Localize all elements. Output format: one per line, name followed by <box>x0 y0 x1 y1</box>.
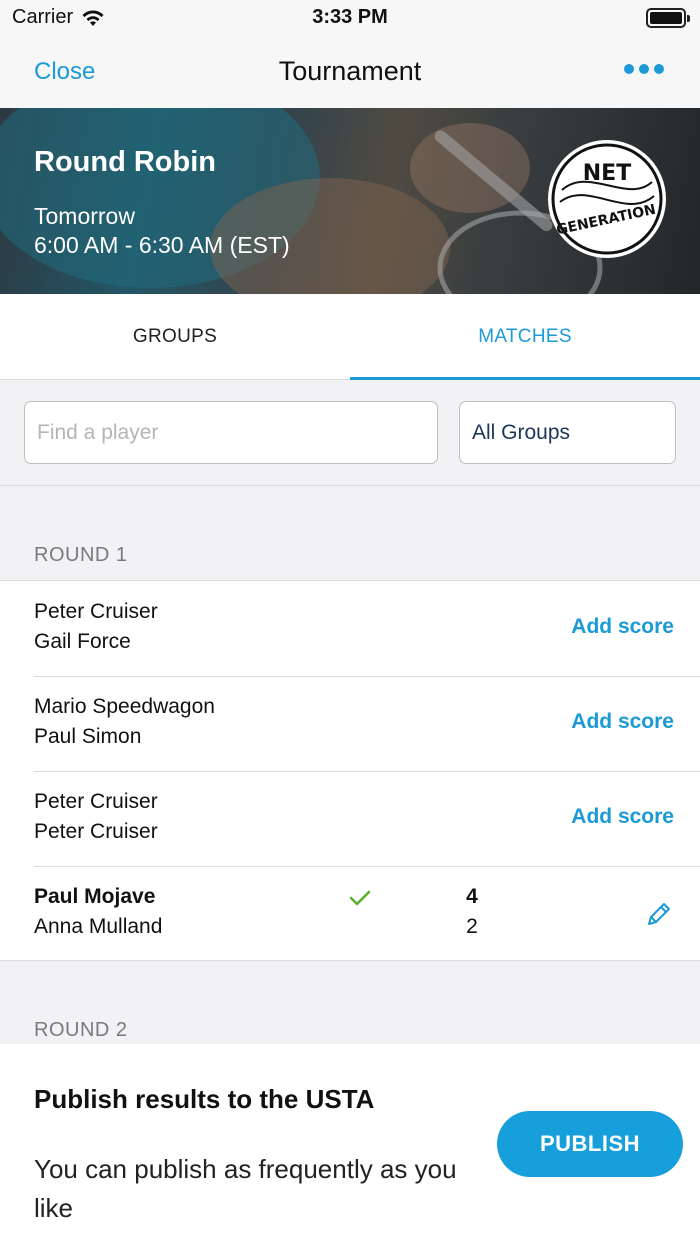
player-2: Paul Simon <box>34 725 142 748</box>
player-1-score: 4 <box>466 885 478 908</box>
more-options-icon[interactable] <box>624 64 664 74</box>
tab-bar: GROUPS MATCHES <box>0 294 700 380</box>
group-select[interactable]: All Groups <box>459 401 676 464</box>
event-time: 6:00 AM - 6:30 AM (EST) <box>34 232 290 258</box>
page-title: Tournament <box>278 56 422 86</box>
pencil-icon[interactable] <box>644 899 674 929</box>
match-row[interactable]: Paul Mojave Anna Mulland 4 2 <box>0 866 700 961</box>
publish-card: Publish results to the USTA You can publ… <box>0 1044 700 1244</box>
player-1: Peter Cruiser <box>34 600 158 623</box>
publish-description: You can publish as frequently as you lik… <box>34 1154 457 1223</box>
player-1-winner: Paul Mojave <box>34 885 156 908</box>
round-header: ROUND 2 <box>34 1019 128 1041</box>
status-time: 3:33 PM <box>312 6 388 28</box>
player-2: Anna Mulland <box>34 915 163 938</box>
player-1: Mario Speedwagon <box>34 695 215 718</box>
event-day: Tomorrow <box>34 203 135 229</box>
match-list: Peter Cruiser Gail Force Add score Mario… <box>0 580 700 961</box>
tab-matches[interactable]: MATCHES <box>350 294 700 380</box>
net-generation-logo: NET GENERATION <box>548 140 666 258</box>
player-2-score: 2 <box>466 915 478 938</box>
checkmark-icon <box>349 890 371 906</box>
event-title: Round Robin <box>34 146 217 178</box>
publish-button[interactable]: PUBLISH <box>497 1111 683 1177</box>
round-header: ROUND 1 <box>34 544 128 566</box>
player-2: Gail Force <box>34 630 131 653</box>
battery-icon <box>646 8 690 28</box>
tab-groups[interactable]: GROUPS <box>0 294 350 380</box>
nav-bar: Close Tournament <box>0 40 700 108</box>
svg-text:GENERATION: GENERATION <box>555 202 657 239</box>
match-row[interactable]: Peter Cruiser Peter Cruiser Add score <box>0 771 700 866</box>
player-2: Peter Cruiser <box>34 820 158 843</box>
publish-title: Publish results to the USTA <box>34 1084 375 1114</box>
filter-bar: All Groups <box>0 380 700 486</box>
match-row[interactable]: Peter Cruiser Gail Force Add score <box>0 581 700 676</box>
add-score-button[interactable]: Add score <box>571 615 674 639</box>
add-score-button[interactable]: Add score <box>571 805 674 829</box>
tournament-header: Round Robin Tomorrow 6:00 AM - 6:30 AM (… <box>0 108 700 294</box>
player-1: Peter Cruiser <box>34 790 158 813</box>
svg-text:NET: NET <box>583 161 631 186</box>
match-row[interactable]: Mario Speedwagon Paul Simon Add score <box>0 676 700 771</box>
player-search-input[interactable] <box>24 401 438 464</box>
add-score-button[interactable]: Add score <box>571 710 674 734</box>
status-bar: Carrier 3:33 PM <box>0 0 700 40</box>
